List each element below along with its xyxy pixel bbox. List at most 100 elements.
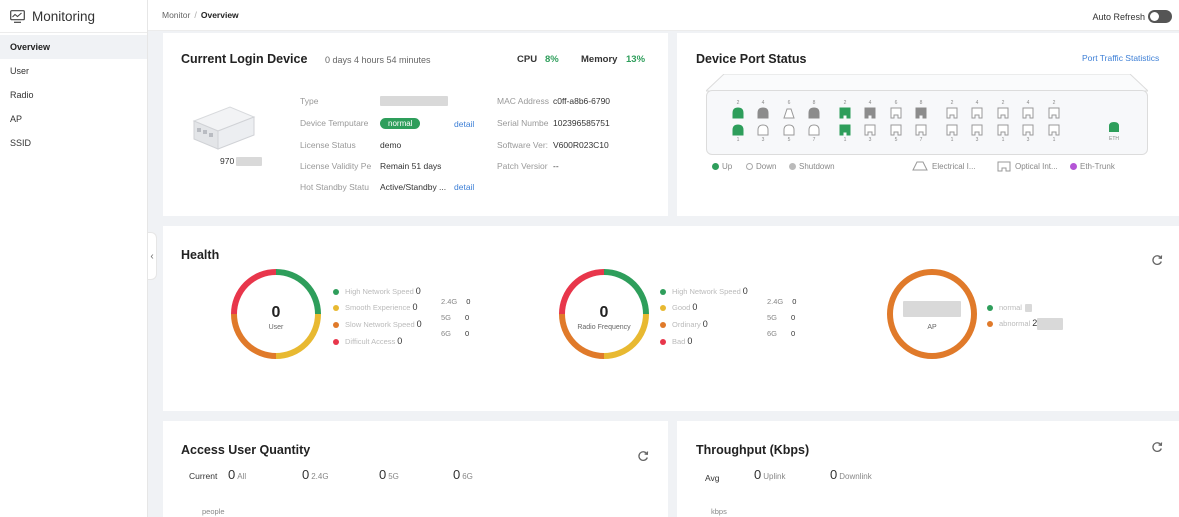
top-port-7[interactable] [890,107,902,119]
top-port-11[interactable] [997,107,1009,119]
optical-port-icon [864,124,876,136]
optical-port-icon [1048,124,1060,136]
temperature-status-badge: normal [380,118,421,129]
top-port-5[interactable] [839,107,851,119]
bottom-port-2[interactable] [757,124,769,136]
license-validity-value: Remain 51 days [380,161,442,171]
bottom-port-label: 1 [843,137,847,143]
top-port-label: 6 [894,100,898,106]
top-port-3[interactable] [783,107,795,119]
top-port-9[interactable] [946,107,958,119]
auto-refresh-label: Auto Refresh [1092,11,1145,22]
sidebar-item-ssid[interactable]: SSID [0,131,147,155]
user-gauge-value: 0 [271,304,281,321]
bottom-port-10[interactable] [971,124,983,136]
port-legend-optical: Optical Int... [997,161,1058,172]
software-row: Software Ver: V600R023C10 [497,140,609,150]
optical-port-icon [946,124,958,136]
optical-port-icon [971,107,983,119]
orange-dot-icon [987,321,993,328]
top-port-label: 2 [950,100,954,106]
current-label: Current [189,471,218,481]
sidebar-item-ap[interactable]: AP [0,107,147,131]
patch-value: -- [553,161,559,171]
radio-legend-good: Good 0 [660,302,697,312]
mac-value: c0ff-a8b6-6790 [553,96,611,106]
bottom-port-11[interactable] [997,124,1009,136]
bottom-port-label: 1 [1001,137,1005,143]
electrical-port-icon [757,107,769,119]
eth-port[interactable] [1108,121,1120,135]
license-status-value: demo [380,140,402,150]
switch-panel [706,90,1148,155]
radio-band-24g: 2.4G 0 [767,297,797,306]
users-all: 0 All [228,467,247,482]
throughput-refresh-icon[interactable] [1151,441,1163,453]
sidebar-item-user[interactable]: User [0,59,147,83]
bottom-port-label: 7 [919,137,923,143]
optical-port-icon [915,124,927,136]
hot-standby-detail-link[interactable]: detail [454,182,474,192]
app-title: Monitoring [32,8,96,24]
access-users-refresh-icon[interactable] [637,450,649,462]
top-port-label: 8 [919,100,923,106]
orange-dot-icon [660,322,666,329]
bottom-port-8[interactable] [915,124,927,136]
health-title: Health [181,248,220,262]
temperature-detail-link[interactable]: detail [454,119,474,129]
temperature-row: Device Temputare normal [300,118,421,129]
avg-label: Avg [705,473,720,483]
eth-port-icon [1109,122,1119,132]
port-traffic-statistics-link[interactable]: Port Traffic Statistics [1082,53,1159,63]
breadcrumb-separator: / [194,10,197,20]
throughput-uplink: 0 Uplink [754,467,786,482]
serial-value: 102396585751 [553,118,610,128]
top-port-6[interactable] [864,107,876,119]
port-legend-up: Up [712,162,732,171]
electrical-port-icon [732,107,744,119]
electrical-port-icon [808,124,820,136]
patch-label: Patch Versior [497,161,548,171]
top-port-4[interactable] [808,107,820,119]
top-port-12[interactable] [1022,107,1034,119]
bottom-port-label: 3 [1026,137,1030,143]
license-status-label: License Status [300,140,356,150]
electrical-port-icon [808,107,820,119]
radio-gauge-label: Radio Frequency [577,324,631,331]
device-image [192,106,256,150]
type-value-redacted [380,96,448,106]
top-port-8[interactable] [915,107,927,119]
breadcrumb-parent[interactable]: Monitor [162,10,190,20]
cpu-label: CPU [517,54,538,65]
ap-gauge-value-redacted [903,301,961,317]
user-legend-high-speed: High Network Speed 0 [333,286,421,296]
bottom-port-6[interactable] [864,124,876,136]
breadcrumb-current: Overview [200,10,239,20]
sidebar-collapse-button[interactable]: ‹ [148,232,157,280]
temperature-label: Device Temputare [300,118,369,128]
software-label: Software Ver: [497,140,549,150]
bottom-port-4[interactable] [808,124,820,136]
top-port-2[interactable] [757,107,769,119]
optical-port-icon [997,124,1009,136]
top-port-13[interactable] [1048,107,1060,119]
bottom-port-7[interactable] [890,124,902,136]
bottom-port-5[interactable] [839,124,851,136]
users-24g: 0 2.4G [302,467,329,482]
sidebar-item-overview[interactable]: Overview [0,35,147,59]
sidebar-item-radio[interactable]: Radio [0,83,147,107]
bottom-port-13[interactable] [1048,124,1060,136]
bottom-port-1[interactable] [732,124,744,136]
bottom-port-label: 3 [761,137,765,143]
throughput-downlink: 0 Downlink [830,467,872,482]
auto-refresh-toggle[interactable] [1148,10,1172,23]
top-port-10[interactable] [971,107,983,119]
health-refresh-icon[interactable] [1151,254,1163,266]
bottom-port-12[interactable] [1022,124,1034,136]
top-port-1[interactable] [732,107,744,119]
license-validity-row: License Validity Pe Remain 51 days [300,161,441,171]
top-port-label: 4 [975,100,979,106]
bottom-port-9[interactable] [946,124,958,136]
bottom-port-3[interactable] [783,124,795,136]
serial-label: Serial Numbe [497,118,549,128]
